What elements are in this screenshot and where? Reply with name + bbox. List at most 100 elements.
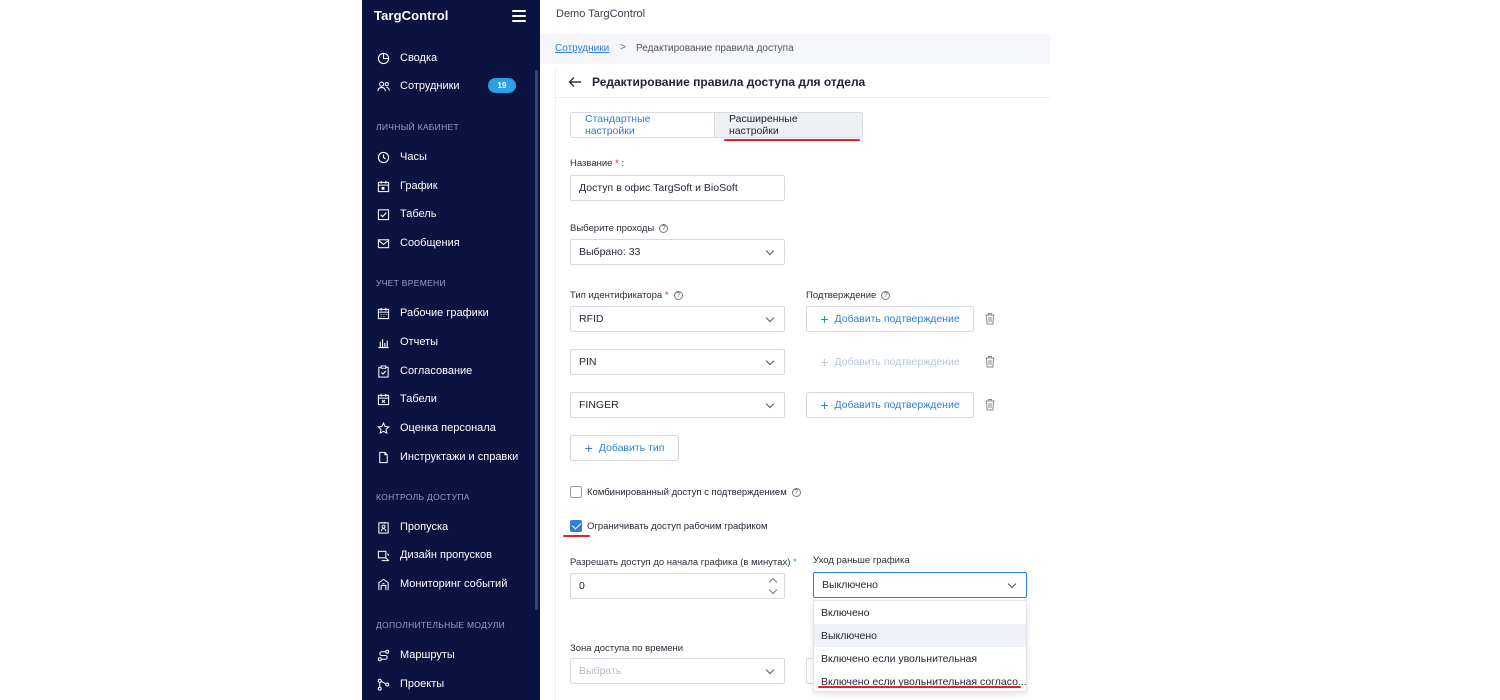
passes-select[interactable]: Выбрано: 33 — [570, 239, 785, 265]
sidebar-item-employees[interactable]: Сотрудники 19 — [362, 73, 532, 99]
sidebar-item-staff-evaluation[interactable]: Оценка персонала — [362, 415, 532, 441]
name-input[interactable]: Доступ в офис TargSoft и BioSoft — [570, 175, 785, 201]
design-icon — [376, 548, 390, 562]
early-leave-label: Уход раньше графика — [813, 555, 910, 566]
badge-icon — [376, 520, 390, 534]
sidebar-item-passes[interactable]: Пропуска — [362, 514, 532, 540]
name-label: Название * : — [570, 158, 625, 169]
section-title: ДОПОЛНИТЕЛЬНЫЕ МОДУЛИ — [376, 620, 505, 630]
bar-chart-icon — [376, 335, 390, 349]
checklist-icon — [376, 207, 390, 221]
sidebar-item-label: Оценка персонала — [400, 422, 496, 434]
sidebar-item-timesheets[interactable]: Табели — [362, 386, 532, 412]
help-icon: ? — [791, 488, 801, 497]
sidebar-item-label: Инструктажи и справки — [400, 451, 519, 463]
sidebar-item-label: Сообщения — [400, 237, 460, 249]
sidebar-item-label: Табель — [400, 208, 437, 220]
sidebar: TargControl Сводка Сотрудники 19 ЛИЧНЫЙ … — [362, 0, 540, 700]
back-arrow-icon[interactable] — [567, 74, 583, 90]
help-icon: ? — [659, 224, 669, 233]
sidebar-item-routes[interactable]: Маршруты — [362, 642, 532, 668]
early-leave-dropdown: Включено Выключено Включено если увольни… — [813, 600, 1027, 692]
sidebar-item-label: Согласование — [400, 365, 473, 377]
add-type-button[interactable]: + Добавить тип — [570, 435, 679, 461]
time-zone-access-label: Зона доступа по времени — [570, 643, 684, 654]
highlight-underline — [724, 139, 860, 141]
sidebar-item-summary[interactable]: Сводка — [362, 45, 532, 71]
allow-before-minutes-input[interactable]: 0 — [570, 573, 785, 599]
sidebar-scrollbar[interactable] — [535, 70, 538, 610]
id-type-select-finger[interactable]: FINGER — [570, 392, 785, 418]
tab-advanced-settings[interactable]: Расширенные настройки — [715, 112, 863, 138]
clock-icon — [376, 150, 390, 164]
number-stepper-icon[interactable] — [768, 577, 778, 595]
sidebar-item-work-schedules[interactable]: Рабочие графики — [362, 300, 532, 326]
trash-icon[interactable] — [984, 312, 996, 325]
sidebar-item-label: Мониторинг событий — [400, 578, 508, 590]
allow-before-label: Разрешать доступ до начала графика (в ми… — [570, 557, 797, 568]
document-icon — [376, 450, 390, 464]
breadcrumb-current: Редактирование правила доступа — [636, 43, 794, 54]
sidebar-item-label: Сотрудники — [400, 80, 460, 92]
add-confirmation-button[interactable]: + Добавить подтверждение — [806, 392, 974, 418]
dropdown-option[interactable]: Включено — [814, 601, 1026, 624]
projects-icon — [376, 677, 390, 691]
sidebar-item-label: Отчеты — [400, 336, 439, 348]
dropdown-option[interactable]: Включено если увольнительная согласо... — [814, 670, 1026, 693]
section-title: УЧЕТ ВРЕМЕНИ — [376, 278, 446, 288]
limit-schedule-checkbox[interactable] — [570, 520, 582, 532]
combined-access-checkbox[interactable] — [570, 486, 582, 498]
sidebar-item-approvals[interactable]: Согласование — [362, 358, 532, 384]
sidebar-item-label: Сводка — [400, 52, 438, 64]
app-logo: TargControl — [374, 8, 449, 23]
sidebar-item-label: Рабочие графики — [400, 307, 489, 319]
sidebar-item-label: Табели — [400, 393, 437, 405]
add-confirmation-button[interactable]: + Добавить подтверждение — [806, 306, 974, 332]
settings-tabs: Стандартные настройки Расширенные настро… — [570, 112, 863, 138]
id-type-select-rfid[interactable]: RFID — [570, 306, 785, 332]
sidebar-item-event-monitoring[interactable]: Мониторинг событий — [362, 571, 532, 597]
id-type-select-pin[interactable]: PIN — [570, 349, 785, 375]
clipboard-check-icon — [376, 364, 390, 378]
time-zone-select[interactable]: Выбрать — [570, 658, 785, 684]
combined-access-label: Комбинированный доступ с подтверждением? — [587, 487, 801, 498]
trash-icon[interactable] — [984, 398, 996, 411]
sidebar-item-pass-design[interactable]: Дизайн пропусков — [362, 542, 532, 568]
tab-standard-settings[interactable]: Стандартные настройки — [570, 112, 715, 138]
sidebar-item-label: График — [400, 180, 438, 192]
window-title: Demo TargControl — [556, 8, 646, 20]
menu-toggle-icon[interactable] — [512, 10, 526, 22]
page-title: Редактирование правила доступа для отдел… — [592, 75, 866, 89]
sidebar-item-projects[interactable]: Проекты — [362, 671, 532, 697]
breadcrumb-link-employees[interactable]: Сотрудники — [555, 43, 609, 54]
users-icon — [376, 79, 390, 93]
sidebar-item-reports[interactable]: Отчеты — [362, 329, 532, 355]
early-leave-select[interactable]: Выключено — [813, 572, 1027, 598]
breadcrumb-separator: > — [620, 42, 626, 53]
calendar-icon — [376, 179, 390, 193]
dropdown-option[interactable]: Включено если увольнительная — [814, 647, 1026, 670]
section-title: ЛИЧНЫЙ КАБИНЕТ — [376, 122, 459, 132]
calendar-grid-icon — [376, 306, 390, 320]
id-type-label: Тип идентификатора *? — [570, 290, 683, 301]
limit-schedule-label: Ограничивать доступ рабочим графиком — [587, 521, 768, 532]
sidebar-item-label: Проекты — [400, 678, 445, 690]
sidebar-item-label: Часы — [400, 151, 427, 163]
sidebar-item-timesheet[interactable]: Табель — [362, 201, 532, 227]
highlight-underline — [563, 535, 590, 537]
sidebar-item-label: Пропуска — [400, 521, 449, 533]
sidebar-item-briefings[interactable]: Инструктажи и справки — [362, 444, 532, 470]
sidebar-item-messages[interactable]: Сообщения — [362, 230, 532, 256]
add-confirmation-button-disabled: + Добавить подтверждение — [806, 349, 974, 375]
confirmation-label: Подтверждение? — [806, 290, 891, 301]
calendar-x-icon — [376, 392, 390, 406]
sidebar-item-hours[interactable]: Часы — [362, 144, 532, 170]
highlight-underline — [818, 686, 1021, 688]
route-icon — [376, 648, 390, 662]
sidebar-item-schedule[interactable]: График — [362, 173, 532, 199]
count-badge: 19 — [488, 78, 516, 93]
sidebar-item-label: Маршруты — [400, 649, 455, 661]
dropdown-option-selected[interactable]: Выключено — [814, 624, 1026, 647]
sidebar-item-label: Дизайн пропусков — [400, 549, 492, 561]
trash-icon[interactable] — [984, 355, 996, 368]
